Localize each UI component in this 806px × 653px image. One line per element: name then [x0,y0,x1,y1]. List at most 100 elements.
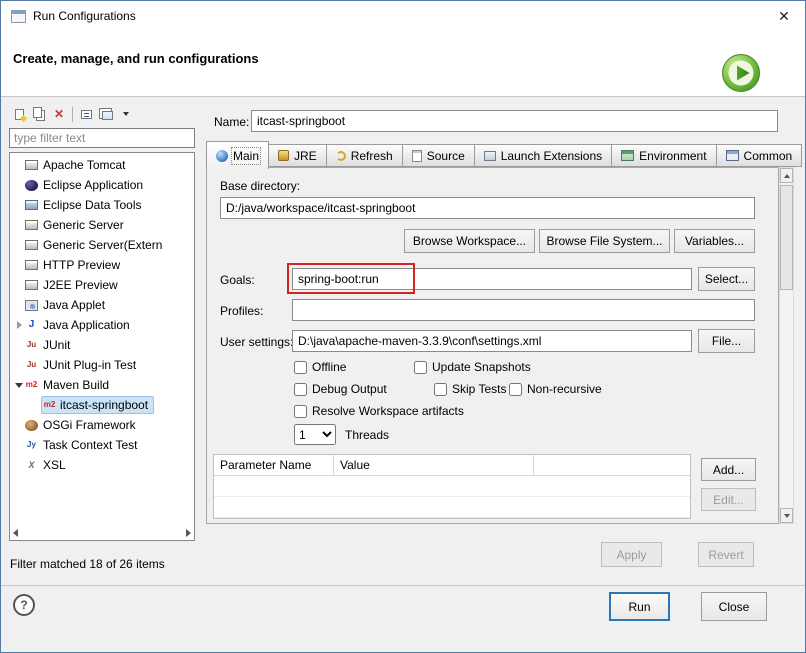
add-button[interactable]: Add... [701,458,756,481]
scroll-right-icon[interactable] [186,529,191,537]
tree-item-itcast-springboot-selected[interactable]: m2 itcast-springboot [10,395,194,415]
new-config-star-icon [19,114,28,123]
filter-input[interactable] [9,128,195,148]
view-menu-button[interactable] [116,104,136,124]
collapsed-expander-icon[interactable] [13,319,25,331]
tree-item-junit[interactable]: Ju JUnit [10,335,194,355]
update-snapshots-checkbox[interactable]: Update Snapshots [414,359,531,375]
tab-launch-extensions[interactable]: Launch Extensions [474,144,613,167]
tree-item-http-preview[interactable]: HTTP Preview [10,255,194,275]
column-header-parameter-name[interactable]: Parameter Name [214,455,334,475]
tab-label: Refresh [350,148,393,163]
goals-label: Goals: [220,273,255,287]
goals-input[interactable] [292,268,692,290]
tree-item-label: JUnit Plug-in Test [43,358,137,372]
tree-item-label: Maven Build [43,378,110,392]
tree-item-label: Eclipse Data Tools [43,198,142,212]
name-input[interactable] [251,110,778,132]
resolve-workspace-checkbox-input[interactable] [294,404,307,418]
tab-main[interactable]: Main [206,141,270,169]
osgi-icon [25,419,38,431]
window-icon-bar [12,10,25,14]
debug-output-checkbox[interactable]: Debug Output [294,381,387,397]
tab-label: Source [426,148,465,163]
duplicate-config-button[interactable] [29,104,49,124]
run-button[interactable]: Run [609,592,670,621]
edit-button[interactable]: Edit... [701,488,756,511]
tab-source[interactable]: Source [402,144,475,167]
tree-item-java-application[interactable]: J Java Application [10,315,194,335]
tree-item-generic-server-external[interactable]: Generic Server(Extern [10,235,194,255]
base-directory-input[interactable] [220,197,755,219]
eclipse-icon [25,179,38,191]
threads-select[interactable]: 1 [294,424,336,445]
new-config-button[interactable] [9,104,29,124]
base-directory-label: Base directory: [220,179,301,193]
table-row-empty[interactable] [214,476,690,497]
tab-environment[interactable]: Environment [612,144,717,167]
non-recursive-checkbox-input[interactable] [509,382,522,396]
tab-refresh[interactable]: Refresh [326,144,403,167]
help-icon: ? [20,598,28,612]
expanded-expander-icon[interactable] [13,379,25,391]
help-button[interactable]: ? [13,594,35,616]
triangle-down-icon [783,513,790,518]
offline-checkbox[interactable]: Offline [294,359,346,375]
tree-item-label: J2EE Preview [43,278,118,292]
resolve-workspace-checkbox[interactable]: Resolve Workspace artifacts [294,403,464,419]
skip-tests-checkbox-input[interactable] [434,382,447,396]
select-button[interactable]: Select... [698,267,755,291]
tab-jre[interactable]: JRE [269,144,327,167]
column-header-value[interactable]: Value [334,455,534,475]
table-row-empty[interactable] [214,497,690,518]
tree-item-label: itcast-springboot [60,398,149,412]
chevron-down-icon [123,112,129,116]
scrollbar-thumb[interactable] [780,185,793,290]
tab-common[interactable]: Common [716,144,803,167]
debug-output-checkbox-input[interactable] [294,382,307,396]
titlebar: Run Configurations ✕ [1,1,805,31]
threads-label: Threads [345,428,390,442]
profiles-input[interactable] [292,299,755,321]
toolbar-separator [72,106,73,122]
tree-item-generic-server[interactable]: Generic Server [10,215,194,235]
tree-item-label: Task Context Test [43,438,138,452]
tree-item-eclipse-data-tools[interactable]: Eclipse Data Tools [10,195,194,215]
tree-item-osgi-framework[interactable]: OSGi Framework [10,415,194,435]
close-button[interactable]: Close [701,592,767,621]
tree-item-junit-plugin-test[interactable]: Ju JUnit Plug-in Test [10,355,194,375]
update-snapshots-checkbox-input[interactable] [414,360,427,374]
parameter-table: Parameter Name Value [213,454,691,519]
tree-item-task-context-test[interactable]: Jy Task Context Test [10,435,194,455]
delete-config-button[interactable]: ✕ [49,104,69,124]
checkbox-label: Debug Output [312,382,387,396]
offline-checkbox-input[interactable] [294,360,307,374]
variables-button[interactable]: Variables... [674,229,755,253]
collapse-all-button[interactable] [76,104,96,124]
browse-workspace-button[interactable]: Browse Workspace... [404,229,535,253]
tab-label: Main [230,146,262,165]
tree-item-eclipse-application[interactable]: Eclipse Application [10,175,194,195]
scrollbar-up-button[interactable] [780,168,793,183]
file-button[interactable]: File... [698,329,755,353]
vertical-scrollbar[interactable] [779,167,794,524]
filter-launch-button[interactable] [96,104,116,124]
tree-item-maven-build[interactable]: m2 Maven Build [10,375,194,395]
revert-button[interactable]: Revert [698,542,754,567]
apply-button[interactable]: Apply [601,542,662,567]
browse-file-system-button[interactable]: Browse File System... [539,229,670,253]
tree-item-label: Java Application [43,318,130,332]
tree-item-j2ee-preview[interactable]: J2EE Preview [10,275,194,295]
scrollbar-down-button[interactable] [780,508,793,523]
user-settings-input[interactable] [292,330,692,352]
tree-item-label: JUnit [43,338,71,352]
close-icon[interactable]: ✕ [769,1,799,31]
skip-tests-checkbox[interactable]: Skip Tests [434,381,506,397]
tab-bar: Main JRE Refresh Source Launch Extension… [206,141,803,169]
tree-item-xsl[interactable]: X XSL [10,455,194,475]
non-recursive-checkbox[interactable]: Non-recursive [509,381,602,397]
tree-item-java-applet[interactable]: Java Applet [10,295,194,315]
tree-item-apache-tomcat[interactable]: Apache Tomcat [10,155,194,175]
scroll-left-icon[interactable] [13,529,18,537]
